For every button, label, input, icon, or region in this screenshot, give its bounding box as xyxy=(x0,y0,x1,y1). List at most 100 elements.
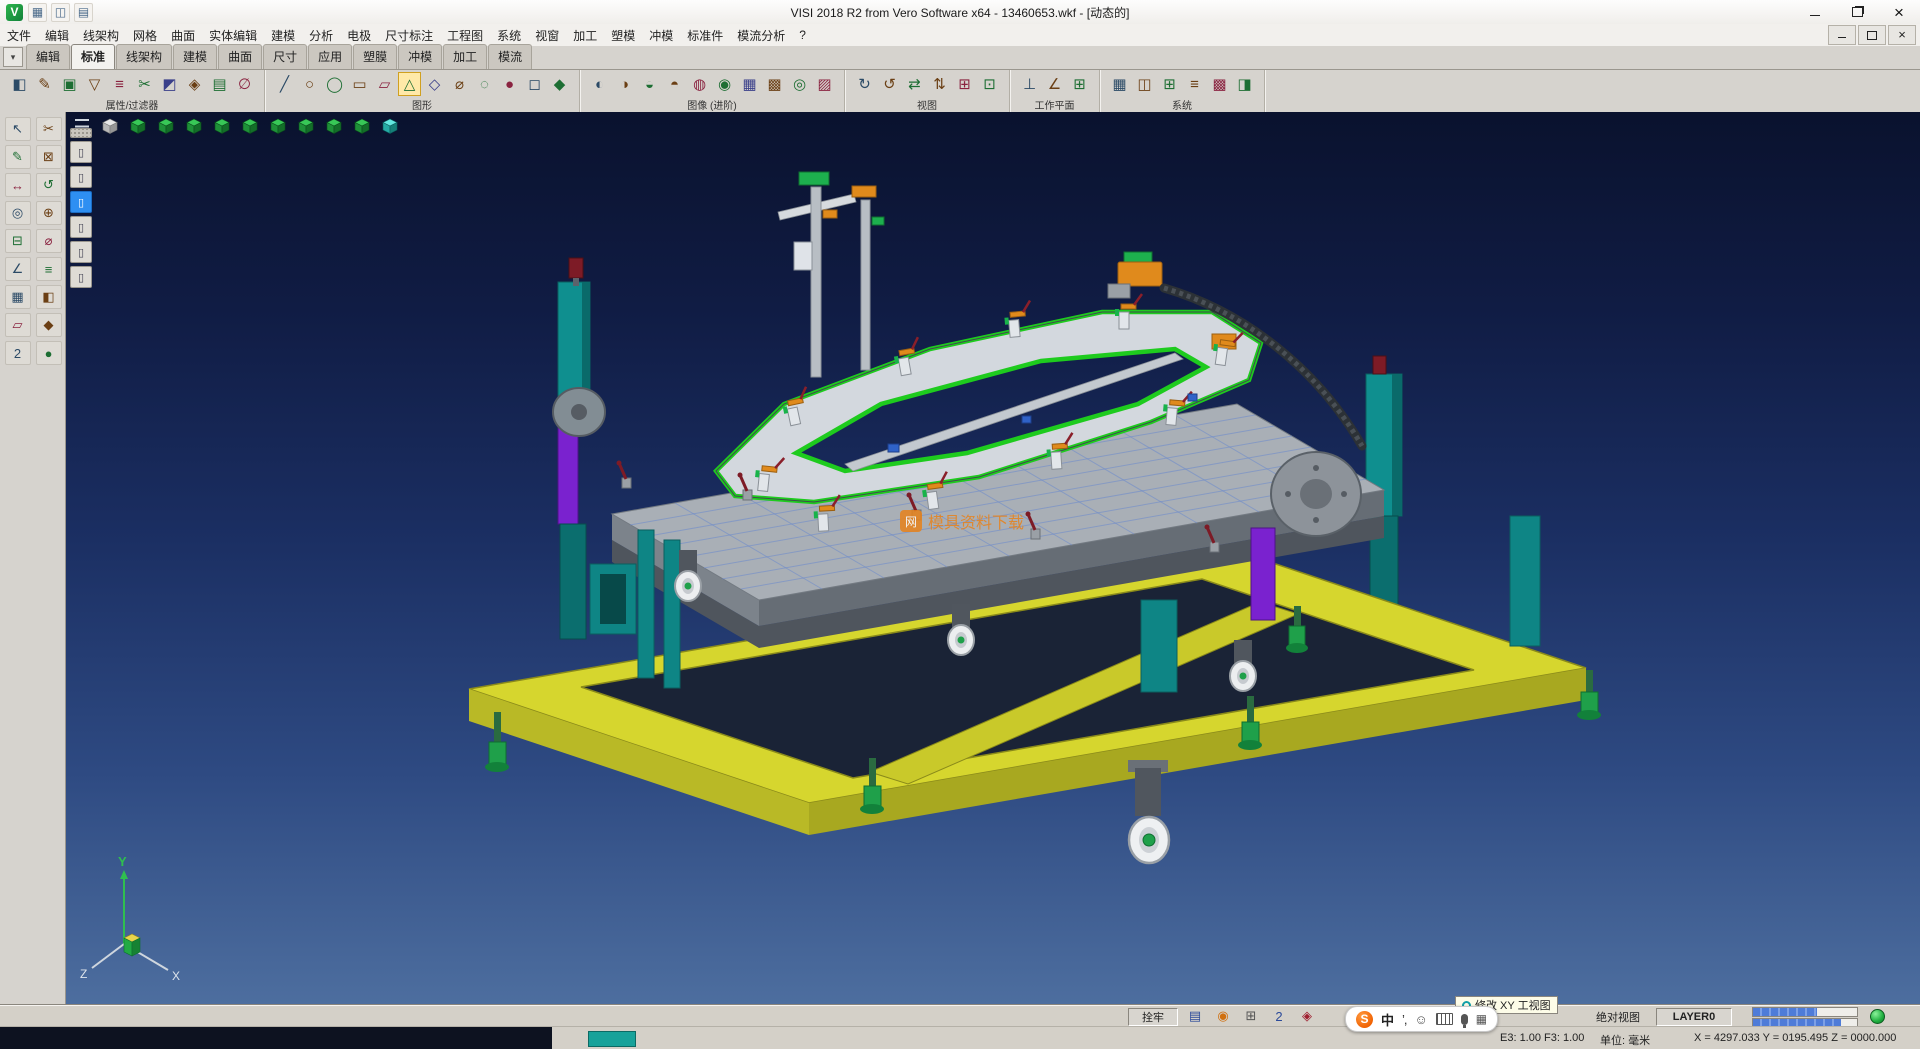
macro-icon[interactable]: ▯ xyxy=(70,266,92,288)
view-left-icon[interactable] xyxy=(210,115,234,137)
construction-circle-icon[interactable]: ◌ xyxy=(473,72,496,96)
measure-icon[interactable]: ⌀ xyxy=(36,229,62,253)
workspace-switch-icon[interactable]: ◈ xyxy=(1298,1007,1316,1025)
view-dimetric-icon[interactable] xyxy=(350,115,374,137)
model-browser-icon[interactable]: ▦ xyxy=(28,3,47,22)
tab[interactable]: 冲模 xyxy=(398,44,442,69)
layer-selector[interactable]: LAYER0 xyxy=(1656,1008,1732,1026)
view-bottom-icon[interactable] xyxy=(266,115,290,137)
tab[interactable]: 标准 xyxy=(71,44,115,69)
reset-filter-icon[interactable]: ∅ xyxy=(233,72,256,96)
rhombus-icon[interactable]: ◇ xyxy=(423,72,446,96)
lock-toggle[interactable]: 拴牢 xyxy=(1128,1008,1178,1026)
menu-item[interactable]: 冲模 xyxy=(642,24,680,46)
menu-item[interactable]: 视窗 xyxy=(528,24,566,46)
rotate-icon[interactable]: ↺ xyxy=(36,173,62,197)
menu-item[interactable]: 系统 xyxy=(490,24,528,46)
layer-filter-icon[interactable]: ≡ xyxy=(108,72,131,96)
ime-punctuation[interactable]: ’, xyxy=(1402,1012,1407,1027)
command-history-icon[interactable]: ▤ xyxy=(1186,1007,1204,1025)
selection-set-icon[interactable]: ▯ xyxy=(70,191,92,213)
point-icon[interactable]: ● xyxy=(498,72,521,96)
workplane-set-icon[interactable]: ⊥ xyxy=(1018,72,1041,96)
menu-item[interactable]: 工程图 xyxy=(440,24,490,46)
fill-icon[interactable]: ● xyxy=(36,341,62,365)
color-palette-icon[interactable]: ▦ xyxy=(1108,72,1131,96)
selection-grid-icon[interactable]: ⊞ xyxy=(1158,72,1181,96)
system-options-icon[interactable]: ≡ xyxy=(1183,72,1206,96)
cut-elements-icon[interactable]: ✂ xyxy=(133,72,156,96)
tab[interactable]: 线架构 xyxy=(116,44,172,69)
shaded-view-icon[interactable]: ◐ xyxy=(588,72,611,96)
filter-elements-icon[interactable]: ▽ xyxy=(83,72,106,96)
view-front-icon[interactable] xyxy=(154,115,178,137)
tab[interactable]: 尺寸 xyxy=(263,44,307,69)
swap-view-icon[interactable]: ⇄ xyxy=(903,72,926,96)
edit-attributes-icon[interactable]: ✎ xyxy=(33,72,56,96)
section-view-icon[interactable]: ◓ xyxy=(663,72,686,96)
document-list-icon[interactable]: ▤ xyxy=(74,3,93,22)
zoom-in-icon[interactable]: ⊕ xyxy=(36,201,62,225)
maximize-icon[interactable] xyxy=(1836,0,1878,24)
mdi-minimize-icon[interactable] xyxy=(1828,25,1856,45)
zoom-window-icon[interactable]: ⊞ xyxy=(953,72,976,96)
rendered-view-icon[interactable]: ◉ xyxy=(713,72,736,96)
gouraud-shade-icon[interactable]: ◍ xyxy=(688,72,711,96)
highlight-filter-icon[interactable]: ◈ xyxy=(183,72,206,96)
diameter-icon[interactable]: ⌀ xyxy=(448,72,471,96)
triangle-icon[interactable]: △ xyxy=(398,72,421,96)
box-icon[interactable]: ◻ xyxy=(523,72,546,96)
tab[interactable]: 建模 xyxy=(173,44,217,69)
big-circle-icon[interactable]: ◯ xyxy=(323,72,346,96)
clipboard-icon[interactable]: ▯ xyxy=(70,166,92,188)
hidden-line-icon[interactable]: ◑ xyxy=(613,72,636,96)
display-settings-icon[interactable]: ◫ xyxy=(1133,72,1156,96)
workplane-angle-icon[interactable]: ∠ xyxy=(1043,72,1066,96)
color-table-icon[interactable]: ▣ xyxy=(58,72,81,96)
rectangle-icon[interactable]: ▭ xyxy=(348,72,371,96)
select-icon[interactable]: ↖ xyxy=(5,117,31,141)
view-iso-icon[interactable] xyxy=(294,115,318,137)
ime-keyboard-icon[interactable] xyxy=(1436,1013,1453,1025)
pixel-grid-icon[interactable]: ▩ xyxy=(1208,72,1231,96)
rotate-view-icon[interactable]: ↻ xyxy=(853,72,876,96)
menu-item[interactable]: 分析 xyxy=(302,24,340,46)
plane-icon[interactable]: ▱ xyxy=(5,313,31,337)
erase-icon[interactable]: ⊠ xyxy=(36,145,62,169)
zoom-scale-bars[interactable] xyxy=(1752,1007,1858,1028)
angle-icon[interactable]: ∠ xyxy=(5,257,31,281)
mdi-close-icon[interactable] xyxy=(1888,25,1916,45)
circle-icon[interactable]: ○ xyxy=(298,72,321,96)
close-icon[interactable] xyxy=(1878,0,1920,24)
ime-mic-icon[interactable] xyxy=(1461,1014,1468,1025)
menu-item[interactable]: 文件 xyxy=(0,24,38,46)
view-current-icon[interactable] xyxy=(378,115,402,137)
screen-split-icon[interactable]: ◨ xyxy=(1233,72,1256,96)
tab[interactable]: 塑膜 xyxy=(353,44,397,69)
notes-icon[interactable]: ▯ xyxy=(70,216,92,238)
tab[interactable]: 曲面 xyxy=(218,44,262,69)
view-back-icon[interactable] xyxy=(238,115,262,137)
menu-item[interactable]: 标准件 xyxy=(680,24,730,46)
tab[interactable]: 编辑 xyxy=(26,44,70,69)
solid-rhombus-icon[interactable]: ◆ xyxy=(548,72,571,96)
grid-icon[interactable]: ▦ xyxy=(5,285,31,309)
window-layout-icon[interactable]: ◫ xyxy=(51,3,70,22)
menu-item[interactable]: 尺寸标注 xyxy=(378,24,440,46)
snap-point-icon[interactable]: ◆ xyxy=(36,313,62,337)
measure-list-icon[interactable]: ▯ xyxy=(70,241,92,263)
menu-item[interactable]: 加工 xyxy=(566,24,604,46)
flip-view-icon[interactable]: ⇅ xyxy=(928,72,951,96)
sketch-icon[interactable]: ✎ xyxy=(5,145,31,169)
zoom-all-icon[interactable]: ⊡ xyxy=(978,72,1001,96)
view-right-icon[interactable] xyxy=(182,115,206,137)
hatch-view-icon[interactable]: ▨ xyxy=(813,72,836,96)
tab[interactable]: 应用 xyxy=(308,44,352,69)
shade-icon[interactable]: ◧ xyxy=(36,285,62,309)
center-icon[interactable]: ◎ xyxy=(5,201,31,225)
tab[interactable]: 加工 xyxy=(443,44,487,69)
texture-view-icon[interactable]: ▦ xyxy=(738,72,761,96)
view-top-icon[interactable] xyxy=(126,115,150,137)
ime-toolbox-icon[interactable]: ▦ xyxy=(1476,1012,1487,1026)
parallelogram-icon[interactable]: ▱ xyxy=(373,72,396,96)
